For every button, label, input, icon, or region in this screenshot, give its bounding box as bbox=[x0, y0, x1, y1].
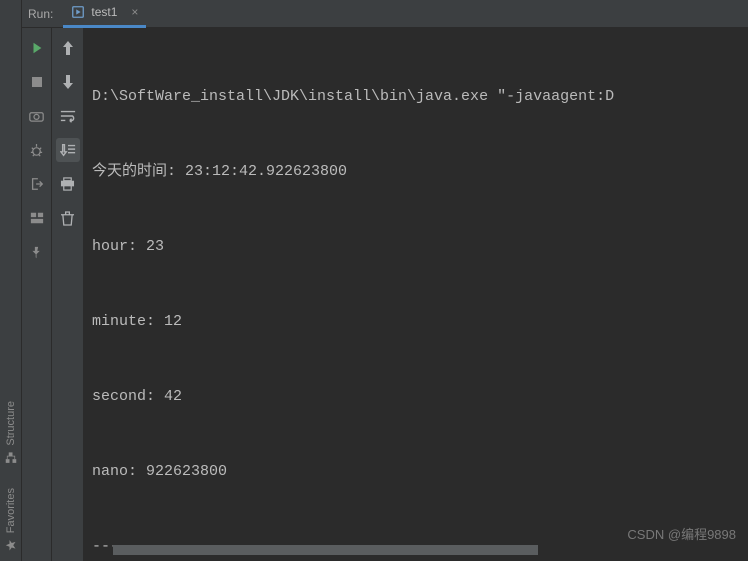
tab-label: test1 bbox=[91, 5, 117, 19]
main-area: Run: test1 × bbox=[22, 0, 748, 561]
run-actions-gutter bbox=[22, 28, 52, 561]
stop-button[interactable] bbox=[25, 70, 49, 94]
watermark: CSDN @编程9898 bbox=[627, 524, 736, 543]
run-label: Run: bbox=[28, 7, 53, 21]
favorites-tool-button[interactable]: Favorites bbox=[5, 488, 17, 551]
favorites-label: Favorites bbox=[5, 488, 17, 533]
dump-threads-button[interactable] bbox=[25, 104, 49, 128]
debugger-button[interactable] bbox=[25, 138, 49, 162]
console-line: 今天的时间: 23:12:42.922623800 bbox=[92, 159, 748, 184]
up-arrow-button[interactable] bbox=[56, 36, 80, 60]
clear-all-button[interactable] bbox=[56, 206, 80, 230]
horizontal-scrollbar[interactable] bbox=[113, 545, 738, 555]
run-header: Run: test1 × bbox=[22, 0, 748, 28]
structure-icon bbox=[5, 452, 17, 464]
layout-button[interactable] bbox=[25, 206, 49, 230]
left-tool-rail: Structure Favorites bbox=[0, 0, 22, 561]
console-actions-gutter bbox=[52, 28, 84, 561]
scrollbar-thumb[interactable] bbox=[113, 545, 538, 555]
console-output[interactable]: D:\SoftWare_install\JDK\install\bin\java… bbox=[84, 28, 748, 561]
soft-wrap-button[interactable] bbox=[56, 104, 80, 128]
run-body: D:\SoftWare_install\JDK\install\bin\java… bbox=[22, 28, 748, 561]
pin-button[interactable] bbox=[25, 240, 49, 264]
console-line: nano: 922623800 bbox=[92, 459, 748, 484]
console-line: minute: 12 bbox=[92, 309, 748, 334]
print-button[interactable] bbox=[56, 172, 80, 196]
console-line: second: 42 bbox=[92, 384, 748, 409]
down-arrow-button[interactable] bbox=[56, 70, 80, 94]
console-line: hour: 23 bbox=[92, 234, 748, 259]
structure-tool-button[interactable]: Structure bbox=[5, 401, 17, 464]
star-icon bbox=[5, 539, 17, 551]
rerun-button[interactable] bbox=[25, 36, 49, 60]
close-icon[interactable]: × bbox=[131, 5, 138, 19]
run-tab-test1[interactable]: test1 × bbox=[63, 0, 146, 28]
scroll-to-end-button[interactable] bbox=[56, 138, 80, 162]
run-config-icon bbox=[71, 5, 85, 19]
exit-button[interactable] bbox=[25, 172, 49, 196]
console-line: D:\SoftWare_install\JDK\install\bin\java… bbox=[92, 84, 748, 109]
structure-label: Structure bbox=[5, 401, 17, 446]
